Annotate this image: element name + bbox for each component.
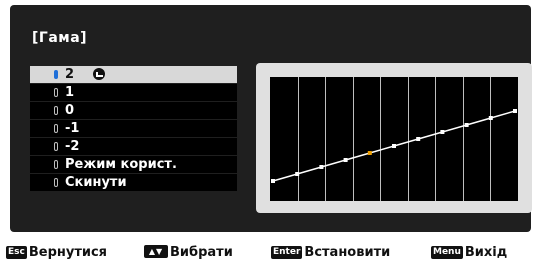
radio-icon <box>54 178 58 187</box>
radio-icon <box>54 88 58 97</box>
menu-item-label: 1 <box>65 85 75 100</box>
curve-point <box>295 172 300 176</box>
curve-point <box>488 116 493 120</box>
esc-key-icon: Esc <box>6 246 27 259</box>
projector-osd-screen: [Гама] 2 1 0 -1 -2 Режим корист. Скинути… <box>0 0 543 261</box>
curve-point <box>343 158 348 162</box>
menu-item-label: 2 <box>65 67 75 82</box>
menu-item-label: Режим корист. <box>65 157 177 172</box>
gamma-options-menu: 2 1 0 -1 -2 Режим корист. Скинути <box>30 66 237 192</box>
menu-item-gamma-minus-1[interactable]: -1 <box>30 120 237 137</box>
menu-item-label: -2 <box>65 139 80 154</box>
menu-key-icon: Menu <box>431 246 463 259</box>
panel-title: [Гама] <box>32 30 88 46</box>
menu-item-user-mode[interactable]: Режим корист. <box>30 156 237 173</box>
enter-return-icon <box>93 68 105 80</box>
menu-item-gamma-0[interactable]: 0 <box>30 102 237 119</box>
radio-icon <box>54 160 58 169</box>
menu-item-label: -1 <box>65 121 80 136</box>
menu-item-gamma-1[interactable]: 1 <box>30 84 237 101</box>
help-exit-label: Вихід <box>464 245 508 260</box>
up-down-arrows-icon: ▲▼ <box>144 245 168 258</box>
radio-icon <box>54 142 58 151</box>
menu-item-label: Скинути <box>65 175 127 190</box>
curve-point <box>392 144 396 148</box>
curve-point <box>319 165 324 169</box>
help-bar: Esc Вернутися ▲▼ Вибрати Enter Встановити M… <box>0 244 543 261</box>
radio-icon <box>54 124 58 133</box>
help-select: ▲▼ Вибрати <box>144 244 233 261</box>
menu-item-gamma-minus-2[interactable]: -2 <box>30 138 237 155</box>
help-back-label: Вернутися <box>28 245 108 260</box>
help-back: Esc Вернутися <box>6 244 107 261</box>
curve-point <box>271 179 275 183</box>
curve-point-selected <box>367 151 372 155</box>
help-enter-label: Встановити <box>304 245 391 260</box>
curve-point <box>416 137 421 141</box>
menu-item-reset[interactable]: Скинути <box>30 174 237 191</box>
help-exit: Menu Вихід <box>431 244 507 261</box>
curve-point <box>464 123 469 127</box>
enter-key-icon: Enter <box>271 246 303 259</box>
menu-item-gamma-2[interactable]: 2 <box>30 66 237 83</box>
gamma-curve-graph <box>270 77 518 201</box>
radio-selected-icon <box>54 70 58 79</box>
curve-point <box>440 130 445 134</box>
graph-background <box>270 77 518 201</box>
help-enter: Enter Встановити <box>271 244 390 261</box>
radio-icon <box>54 106 58 115</box>
help-select-label: Вибрати <box>170 245 233 260</box>
curve-point <box>513 109 517 113</box>
menu-item-label: 0 <box>65 103 75 118</box>
